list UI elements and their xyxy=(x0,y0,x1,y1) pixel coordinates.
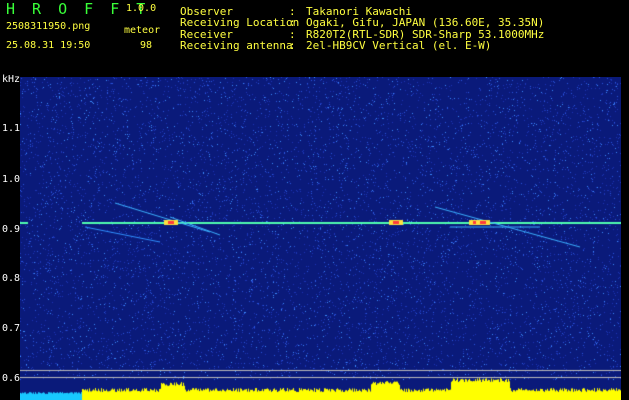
y-tick-label: 1.0 xyxy=(2,174,21,185)
meta-sep: : xyxy=(289,16,296,29)
hrofft-screen: H R O F F T 1.0.0 2508311950.png 25.08.3… xyxy=(0,0,629,400)
y-tick-label: 0.8 xyxy=(2,273,21,284)
y-tick-label: 0.7 xyxy=(2,323,21,334)
meteor-count-label: meteor xyxy=(124,25,161,36)
meta-key-antenna: Receiving antenna xyxy=(180,39,293,52)
app-version: 1.0.0 xyxy=(126,3,157,14)
file-datetime: 25.08.31 19:50 xyxy=(6,40,91,51)
file-name: 2508311950.png xyxy=(6,21,91,32)
y-tick-label: 0.9 xyxy=(2,224,21,235)
meta-value-location: Ogaki, Gifu, JAPAN (136.60E, 35.35N) xyxy=(306,16,545,29)
y-tick-label: 1.1 xyxy=(2,123,21,134)
y-axis-unit: kHz xyxy=(2,74,21,85)
meta-value-antenna: 2el-HB9CV Vertical (el. E-W) xyxy=(306,39,492,52)
meta-sep: : xyxy=(289,39,296,52)
y-tick-label: 0.6 xyxy=(2,373,21,384)
spectrogram-canvas xyxy=(20,77,621,400)
meta-key-location: Receiving Location xyxy=(180,16,300,29)
meteor-count-value: 98 xyxy=(140,40,153,51)
